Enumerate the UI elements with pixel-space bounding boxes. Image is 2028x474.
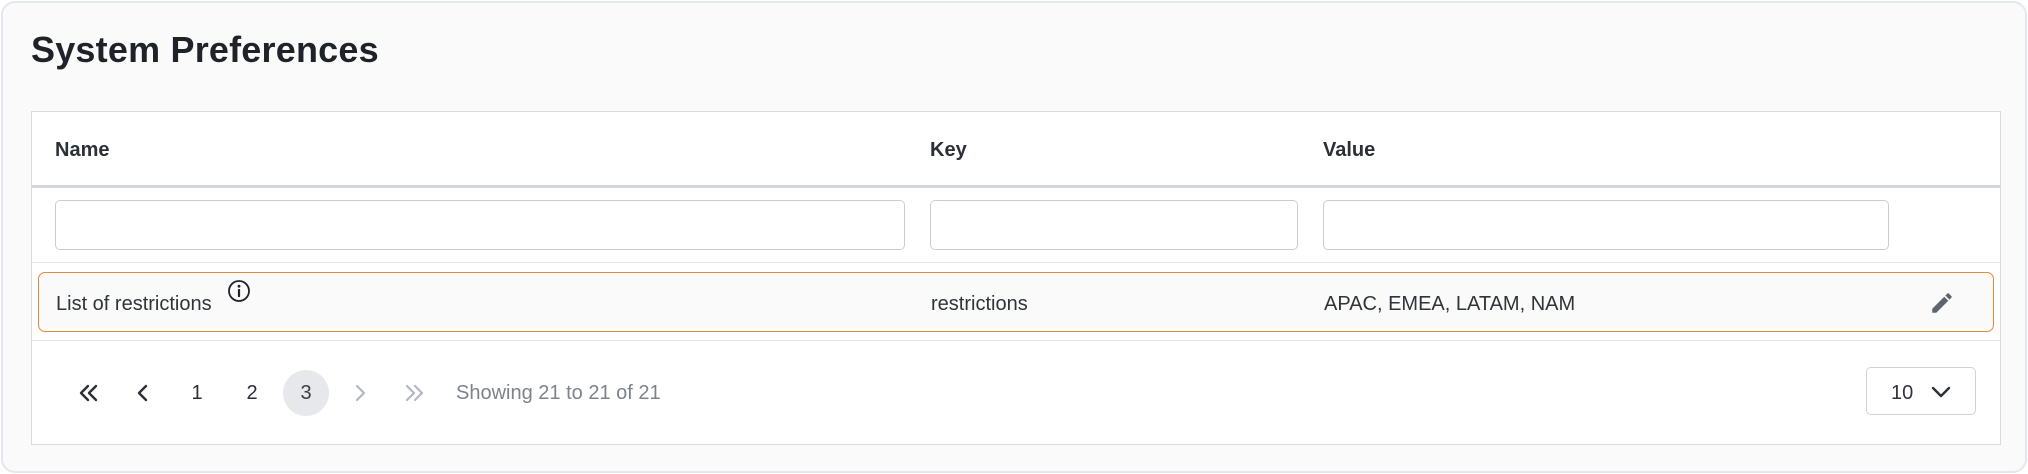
row-divider: [32, 340, 2000, 341]
next-page-button[interactable]: [337, 370, 383, 416]
row-name-cell: List of restrictions: [56, 293, 212, 315]
pencil-icon[interactable]: [1929, 290, 1955, 316]
filter-row: [32, 188, 2000, 263]
double-chevron-left-icon: [79, 384, 98, 402]
column-header-name[interactable]: Name: [55, 139, 109, 162]
preferences-panel: System Preferences Name Key Value List o…: [1, 1, 2027, 473]
previous-page-button[interactable]: [120, 370, 166, 416]
chevron-down-icon: [1931, 386, 1951, 398]
table-row[interactable]: List of restrictions restrictions APAC, …: [38, 272, 1994, 332]
page-title: System Preferences: [31, 29, 379, 70]
column-header-value[interactable]: Value: [1323, 139, 1375, 162]
name-filter-input[interactable]: [55, 200, 905, 250]
page-button-3[interactable]: 3: [283, 370, 329, 416]
column-header-key[interactable]: Key: [930, 139, 967, 162]
table-header: Name Key Value: [32, 112, 2000, 188]
value-filter-input[interactable]: [1323, 200, 1889, 250]
page-button-1[interactable]: 1: [174, 370, 220, 416]
chevron-right-icon: [355, 384, 366, 402]
page-size-select[interactable]: 10: [1866, 367, 1976, 415]
chevron-left-icon: [137, 384, 148, 402]
preferences-table: Name Key Value List of restrictions rest…: [31, 111, 2001, 445]
row-key-cell: restrictions: [931, 293, 1028, 315]
double-chevron-right-icon: [405, 384, 424, 402]
showing-range-text: Showing 21 to 21 of 21: [456, 382, 661, 404]
info-icon[interactable]: [227, 279, 251, 303]
row-value-cell: APAC, EMEA, LATAM, NAM: [1324, 293, 1576, 315]
first-page-button[interactable]: [66, 370, 112, 416]
page-size-value: 10: [1891, 382, 1914, 404]
page-button-2[interactable]: 2: [229, 370, 275, 416]
last-page-button[interactable]: [391, 370, 437, 416]
key-filter-input[interactable]: [930, 200, 1298, 250]
